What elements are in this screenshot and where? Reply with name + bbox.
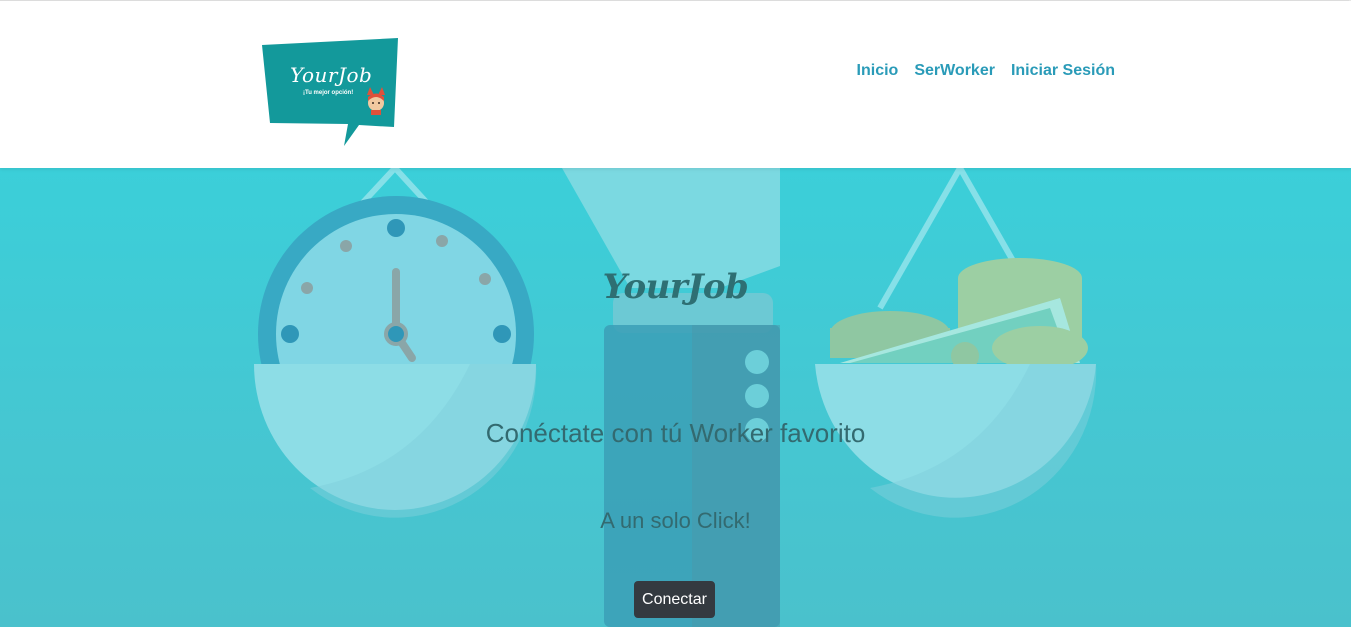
hero-subtitle: Conéctate con tú Worker favorito <box>485 418 866 448</box>
hero-illustration <box>254 168 1097 627</box>
hero-tagline: A un solo Click! <box>600 508 751 533</box>
hero-title: YourJob <box>602 267 749 307</box>
hero-section: YourJob Conéctate con tú Worker favorito… <box>0 168 1351 627</box>
site-header: YourJob ¡Tu mejor opción! Inicio SerWork… <box>0 1 1351 168</box>
nav-iniciar-sesion[interactable]: Iniciar Sesión <box>1011 62 1115 80</box>
logo-title: YourJob <box>290 63 373 87</box>
logo-tagline: ¡Tu mejor opción! <box>303 90 354 96</box>
main-nav: Inicio SerWorker Iniciar Sesión <box>857 62 1115 80</box>
connect-button[interactable]: Conectar <box>634 581 715 618</box>
nav-serworker[interactable]: SerWorker <box>914 62 995 80</box>
nav-inicio[interactable]: Inicio <box>857 62 899 80</box>
